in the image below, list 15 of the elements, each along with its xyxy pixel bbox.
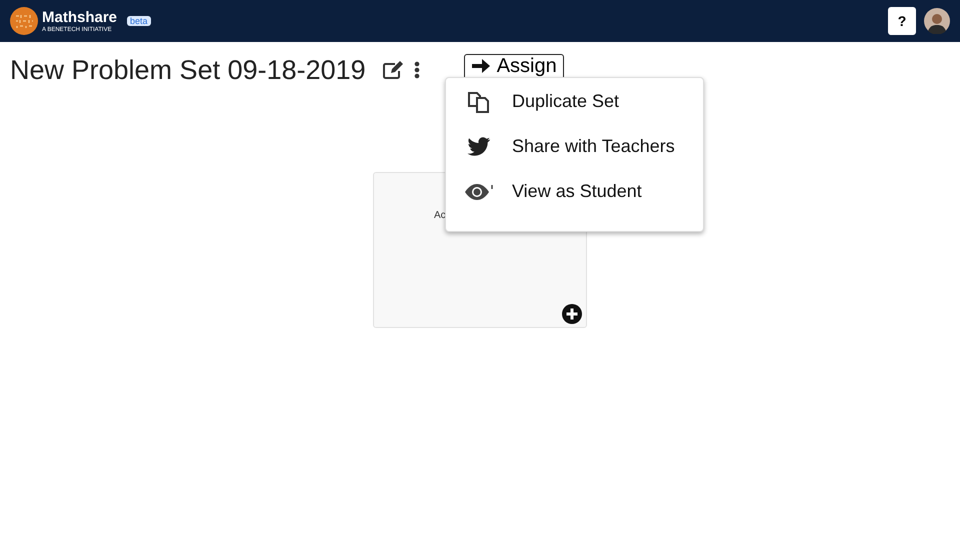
eye-icon — [464, 182, 494, 200]
help-button[interactable]: ? — [888, 7, 916, 35]
edit-icon[interactable] — [382, 60, 404, 80]
logo-icon — [10, 7, 38, 35]
beta-badge: beta — [127, 16, 151, 26]
copy-icon — [466, 90, 492, 114]
more-options-icon[interactable] — [414, 60, 420, 80]
menu-item[interactable]: Share with Teachers — [446, 124, 703, 169]
add-icon[interactable] — [562, 304, 582, 324]
avatar-icon[interactable] — [924, 8, 950, 34]
arrow-icon — [470, 58, 491, 74]
bird-icon — [467, 136, 491, 156]
brand-name: Mathshare — [42, 10, 118, 24]
problem-set-title: New Problem Set 09-18-2019 — [10, 54, 366, 86]
card-text: Ac — [434, 210, 446, 221]
